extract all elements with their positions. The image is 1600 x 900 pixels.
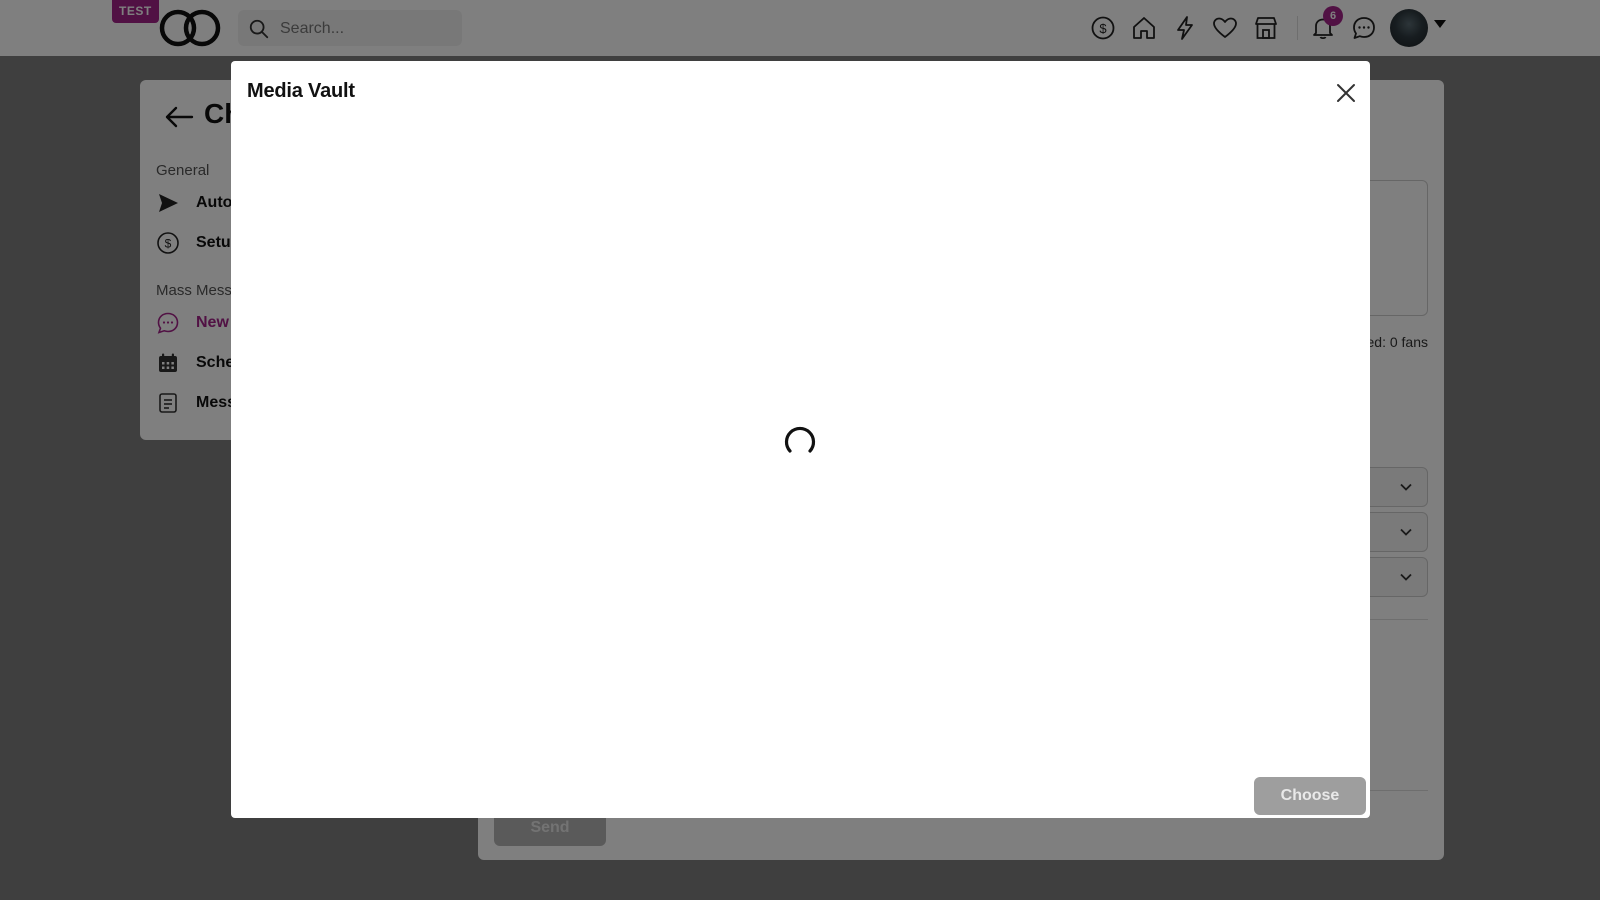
close-icon[interactable] xyxy=(1334,81,1358,105)
choose-button[interactable]: Choose xyxy=(1254,777,1366,815)
media-vault-modal: Media Vault Choose xyxy=(231,61,1370,818)
modal-title: Media Vault xyxy=(247,80,355,102)
loading-spinner-icon xyxy=(784,426,816,453)
